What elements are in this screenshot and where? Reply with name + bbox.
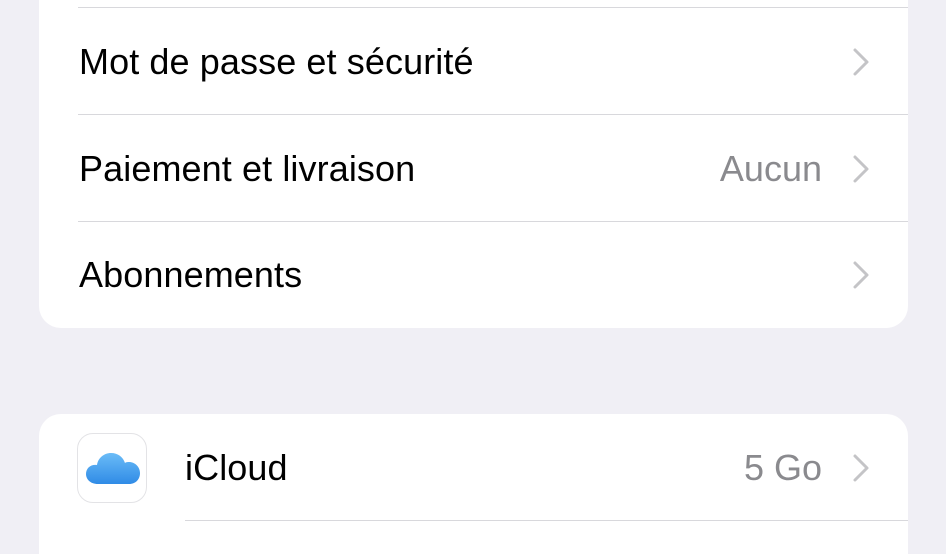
row-icloud[interactable]: iCloud 5 Go	[39, 415, 908, 521]
separator	[78, 7, 908, 8]
chevron-right-icon	[853, 155, 869, 183]
row-label: iCloud	[185, 447, 288, 488]
chevron-right-icon	[853, 48, 869, 76]
row-value: 5 Go	[743, 447, 822, 488]
separator	[185, 520, 908, 521]
row-label: Paiement et livraison	[79, 148, 416, 189]
row-payment-shipping[interactable]: Paiement et livraison Aucun	[39, 116, 908, 222]
chevron-right-icon	[853, 261, 869, 289]
chevron-right-icon	[853, 454, 869, 482]
separator	[78, 114, 908, 115]
icloud-app-icon	[77, 433, 147, 503]
row-value: Aucun	[719, 148, 822, 189]
row-password-security[interactable]: Mot de passe et sécurité	[39, 9, 908, 115]
row-label: Mot de passe et sécurité	[79, 41, 474, 82]
row-subscriptions[interactable]: Abonnements	[39, 222, 908, 328]
row-label: Abonnements	[79, 254, 303, 295]
icloud-icon	[86, 453, 140, 484]
